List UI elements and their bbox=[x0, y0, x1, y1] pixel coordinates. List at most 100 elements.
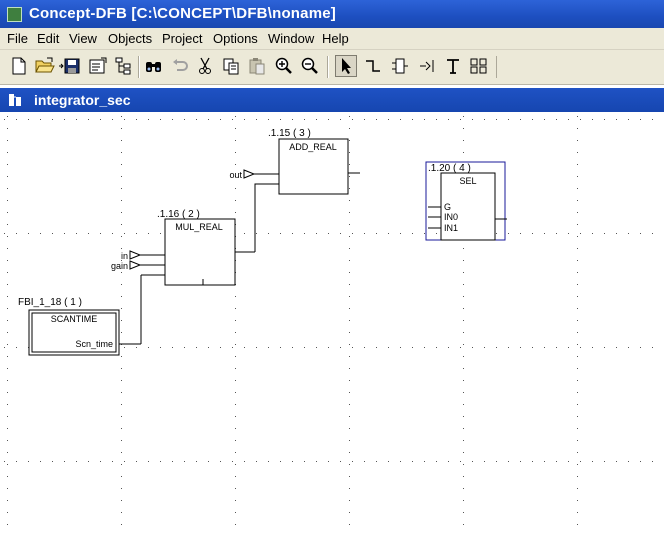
menu-project[interactable]: Project bbox=[162, 31, 202, 46]
select-tool-button[interactable] bbox=[335, 55, 357, 77]
add-real-block-label: .1.15 ( 3 ) bbox=[268, 128, 311, 139]
zoom-out-icon bbox=[301, 57, 318, 74]
grid-dot bbox=[7, 140, 8, 141]
grid-dot bbox=[463, 260, 464, 261]
grid-dot bbox=[121, 176, 122, 177]
grid-dot bbox=[136, 347, 137, 348]
grid-dot bbox=[7, 188, 8, 189]
grid-dot bbox=[508, 347, 509, 348]
grid-dot bbox=[436, 347, 437, 348]
grid-dot bbox=[112, 461, 113, 462]
mul-real-block[interactable]: .1.16 ( 2 ) MUL_REAL in gain bbox=[111, 209, 255, 286]
menu-edit[interactable]: Edit bbox=[37, 31, 59, 46]
menu-view[interactable]: View bbox=[69, 31, 97, 46]
grid-dot bbox=[463, 296, 464, 297]
link-mul-to-add[interactable] bbox=[254, 183, 266, 252]
grid-dot bbox=[124, 233, 125, 234]
grid-dot bbox=[349, 464, 350, 465]
grid-dot bbox=[577, 164, 578, 165]
grid-dot bbox=[577, 416, 578, 417]
text-tool-button[interactable] bbox=[442, 55, 464, 77]
document-title-bar[interactable]: integrator_sec bbox=[0, 88, 664, 112]
grid-dot bbox=[235, 140, 236, 141]
grid-dot bbox=[556, 461, 557, 462]
grid-dot bbox=[463, 248, 464, 249]
grid-dot bbox=[556, 347, 557, 348]
open-button[interactable] bbox=[34, 55, 56, 77]
grid-dot bbox=[232, 119, 233, 120]
grid-dot bbox=[304, 347, 305, 348]
grid-dot bbox=[376, 233, 377, 234]
grid-dot bbox=[304, 233, 305, 234]
grid-dot bbox=[121, 152, 122, 153]
save-button[interactable] bbox=[58, 55, 80, 77]
grid-dot bbox=[349, 368, 350, 369]
scantime-block[interactable]: FBI_1_18 ( 1 ) SCANTIME Scn_time bbox=[18, 297, 141, 356]
properties-button[interactable] bbox=[87, 55, 109, 77]
grid-dot bbox=[520, 119, 521, 120]
add-real-block-name: ADD_REAL bbox=[289, 142, 337, 152]
grid-dot bbox=[652, 233, 653, 234]
zoom-in-button[interactable] bbox=[273, 55, 295, 77]
connect-pins-button[interactable] bbox=[468, 55, 490, 77]
grid-dot bbox=[463, 416, 464, 417]
grid-dot bbox=[16, 461, 17, 462]
find-button[interactable] bbox=[143, 55, 165, 77]
zoom-out-button[interactable] bbox=[299, 55, 321, 77]
grid-dot bbox=[7, 212, 8, 213]
add-real-block[interactable]: .1.15 ( 3 ) ADD_REAL out bbox=[229, 128, 360, 195]
grid-dot bbox=[304, 119, 305, 120]
grid-dot bbox=[484, 347, 485, 348]
grid-dot bbox=[520, 347, 521, 348]
tree-view-button[interactable] bbox=[113, 55, 135, 77]
grid-dot bbox=[268, 233, 269, 234]
grid-dot bbox=[160, 347, 161, 348]
add-input-out-connector[interactable] bbox=[243, 169, 256, 179]
grid-dot bbox=[7, 296, 8, 297]
grid-dot bbox=[388, 347, 389, 348]
grid-dot bbox=[160, 233, 161, 234]
copy-button[interactable] bbox=[220, 55, 242, 77]
grid-dot bbox=[532, 119, 533, 120]
paste-button[interactable] bbox=[246, 55, 268, 77]
mul-input-gain-connector[interactable] bbox=[129, 260, 142, 270]
grid-dot bbox=[316, 119, 317, 120]
grid-dot bbox=[577, 428, 578, 429]
grid-dot bbox=[577, 500, 578, 501]
cut-button[interactable] bbox=[194, 55, 216, 77]
grid-dot bbox=[235, 404, 236, 405]
grid-dot bbox=[184, 119, 185, 120]
dfb-diagram[interactable]: FBI_1_18 ( 1 ) SCANTIME Scn_time .1.16 (… bbox=[0, 112, 664, 532]
grid-dot bbox=[463, 344, 464, 345]
grid-dot bbox=[268, 119, 269, 120]
grid-dot bbox=[577, 452, 578, 453]
grid-dot bbox=[349, 512, 350, 513]
mul-input-in-connector[interactable] bbox=[129, 250, 142, 260]
grid-dot bbox=[7, 452, 8, 453]
menu-objects[interactable]: Objects bbox=[108, 31, 152, 46]
menu-window[interactable]: Window bbox=[268, 31, 314, 46]
link-tool-button[interactable] bbox=[362, 55, 384, 77]
grid-dot bbox=[148, 461, 149, 462]
menu-help[interactable]: Help bbox=[322, 31, 349, 46]
grid-dot bbox=[235, 128, 236, 129]
grid-dot bbox=[463, 356, 464, 357]
grid-dot bbox=[568, 233, 569, 234]
menu-options[interactable]: Options bbox=[213, 31, 258, 46]
connect-pins-icon bbox=[470, 58, 487, 74]
grid-dot bbox=[400, 233, 401, 234]
undo-button[interactable] bbox=[169, 55, 191, 77]
menu-file[interactable]: File bbox=[7, 31, 28, 46]
grid-dot bbox=[280, 347, 281, 348]
grid-dot bbox=[160, 461, 161, 462]
diagram-canvas[interactable]: FBI_1_18 ( 1 ) SCANTIME Scn_time .1.16 (… bbox=[0, 112, 664, 532]
variable-tool-button[interactable] bbox=[416, 55, 438, 77]
grid-dot bbox=[436, 461, 437, 462]
grid-dot bbox=[349, 152, 350, 153]
sel-block[interactable]: .1.20 ( 4 ) SEL G IN0 IN1 bbox=[425, 161, 507, 241]
app-title-bar[interactable]: Concept-DFB [C:\CONCEPT\DFB\noname] bbox=[0, 0, 664, 28]
new-document-button[interactable] bbox=[8, 55, 30, 77]
grid-dot bbox=[349, 356, 350, 357]
grid-dot bbox=[604, 233, 605, 234]
ffb-tool-button[interactable] bbox=[389, 55, 411, 77]
